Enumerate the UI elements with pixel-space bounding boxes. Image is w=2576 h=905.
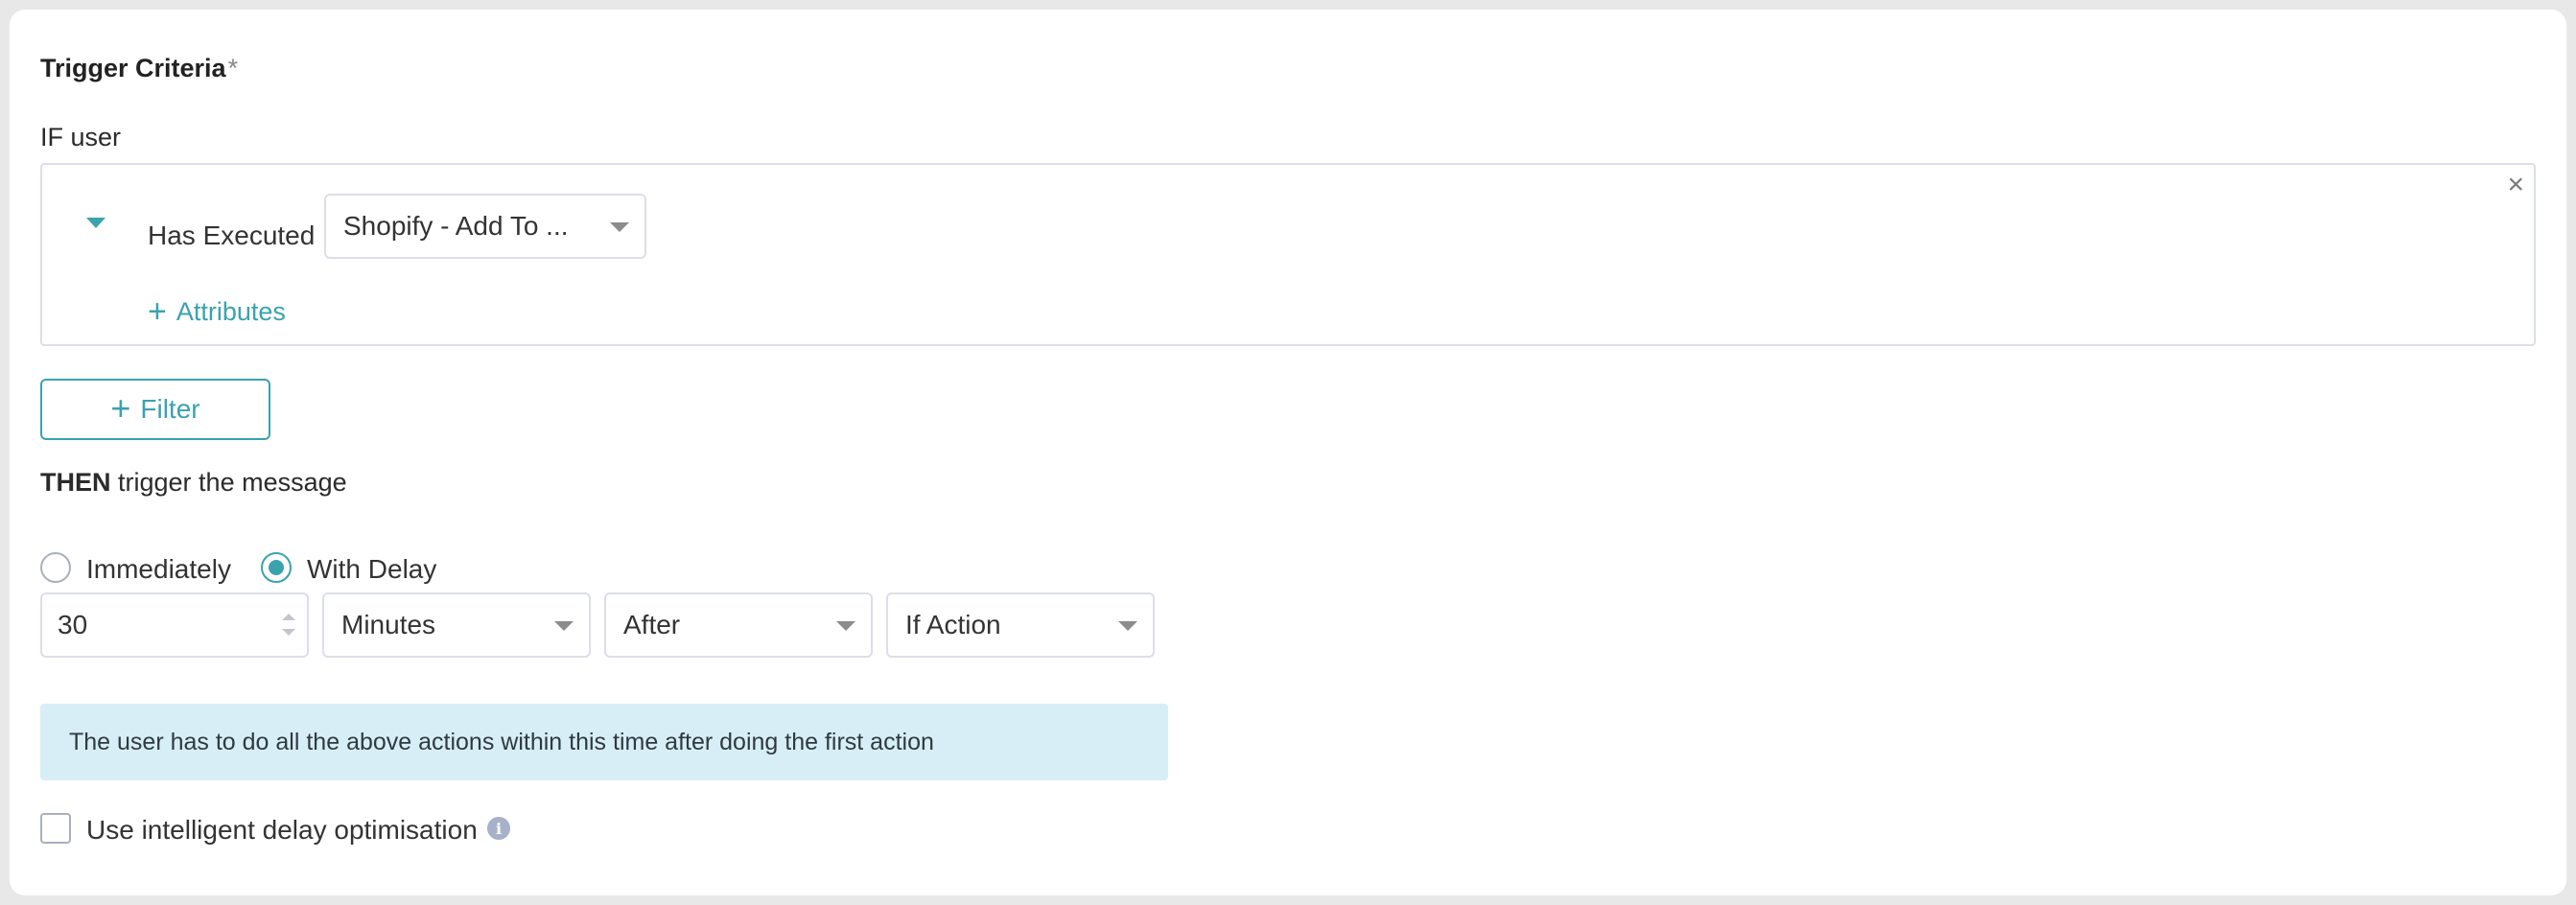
- info-banner: The user has to do all the above actions…: [40, 704, 1168, 780]
- delay-reference-select[interactable]: If Action: [886, 592, 1155, 658]
- collapse-caret-icon[interactable]: [86, 218, 105, 228]
- info-icon[interactable]: i: [487, 817, 510, 840]
- delay-unit-value: Minutes: [341, 610, 436, 639]
- plus-icon: +: [148, 293, 167, 330]
- delay-relation-value: After: [623, 610, 681, 639]
- delay-value-input[interactable]: 30: [40, 592, 309, 658]
- dropdown-arrow-icon: [836, 621, 855, 631]
- add-filter-button[interactable]: + Filter: [40, 379, 270, 440]
- plus-icon: +: [110, 388, 131, 428]
- increment-arrow-icon[interactable]: [282, 614, 295, 620]
- event-select-value: Shopify - Add To ...: [343, 211, 569, 241]
- event-select[interactable]: Shopify - Add To ...: [324, 194, 646, 259]
- delay-reference-value: If Action: [905, 610, 1001, 639]
- with-delay-radio[interactable]: [261, 552, 292, 583]
- decrement-arrow-icon[interactable]: [282, 629, 295, 636]
- dropdown-arrow-icon: [1118, 621, 1137, 631]
- attributes-label: Attributes: [176, 297, 286, 326]
- then-trigger-label: THEN trigger the message: [40, 468, 347, 497]
- intelligent-delay-checkbox[interactable]: [40, 813, 71, 844]
- filter-button-label: Filter: [140, 394, 200, 424]
- immediately-label: Immediately: [86, 554, 231, 584]
- immediately-radio[interactable]: [40, 552, 71, 583]
- section-title: Trigger Criteria*: [40, 54, 239, 82]
- add-attributes-link[interactable]: + Attributes: [148, 291, 286, 330]
- required-mark: *: [227, 54, 239, 82]
- has-executed-label: Has Executed: [148, 220, 316, 250]
- with-delay-label: With Delay: [307, 554, 437, 584]
- dropdown-arrow-icon: [610, 222, 629, 232]
- trigger-criteria-card: Trigger Criteria* IF user Has Executed S…: [10, 10, 2566, 895]
- close-icon[interactable]: ×: [2507, 169, 2524, 201]
- dropdown-arrow-icon: [554, 621, 574, 631]
- delay-unit-select[interactable]: Minutes: [322, 592, 591, 658]
- delay-value: 30: [58, 610, 88, 639]
- intelligent-delay-label: Use intelligent delay optimisation: [86, 815, 478, 845]
- condition-box: Has Executed Shopify - Add To ... + Attri…: [40, 163, 2536, 346]
- delay-relation-select[interactable]: After: [604, 592, 873, 658]
- if-user-label: IF user: [40, 123, 122, 151]
